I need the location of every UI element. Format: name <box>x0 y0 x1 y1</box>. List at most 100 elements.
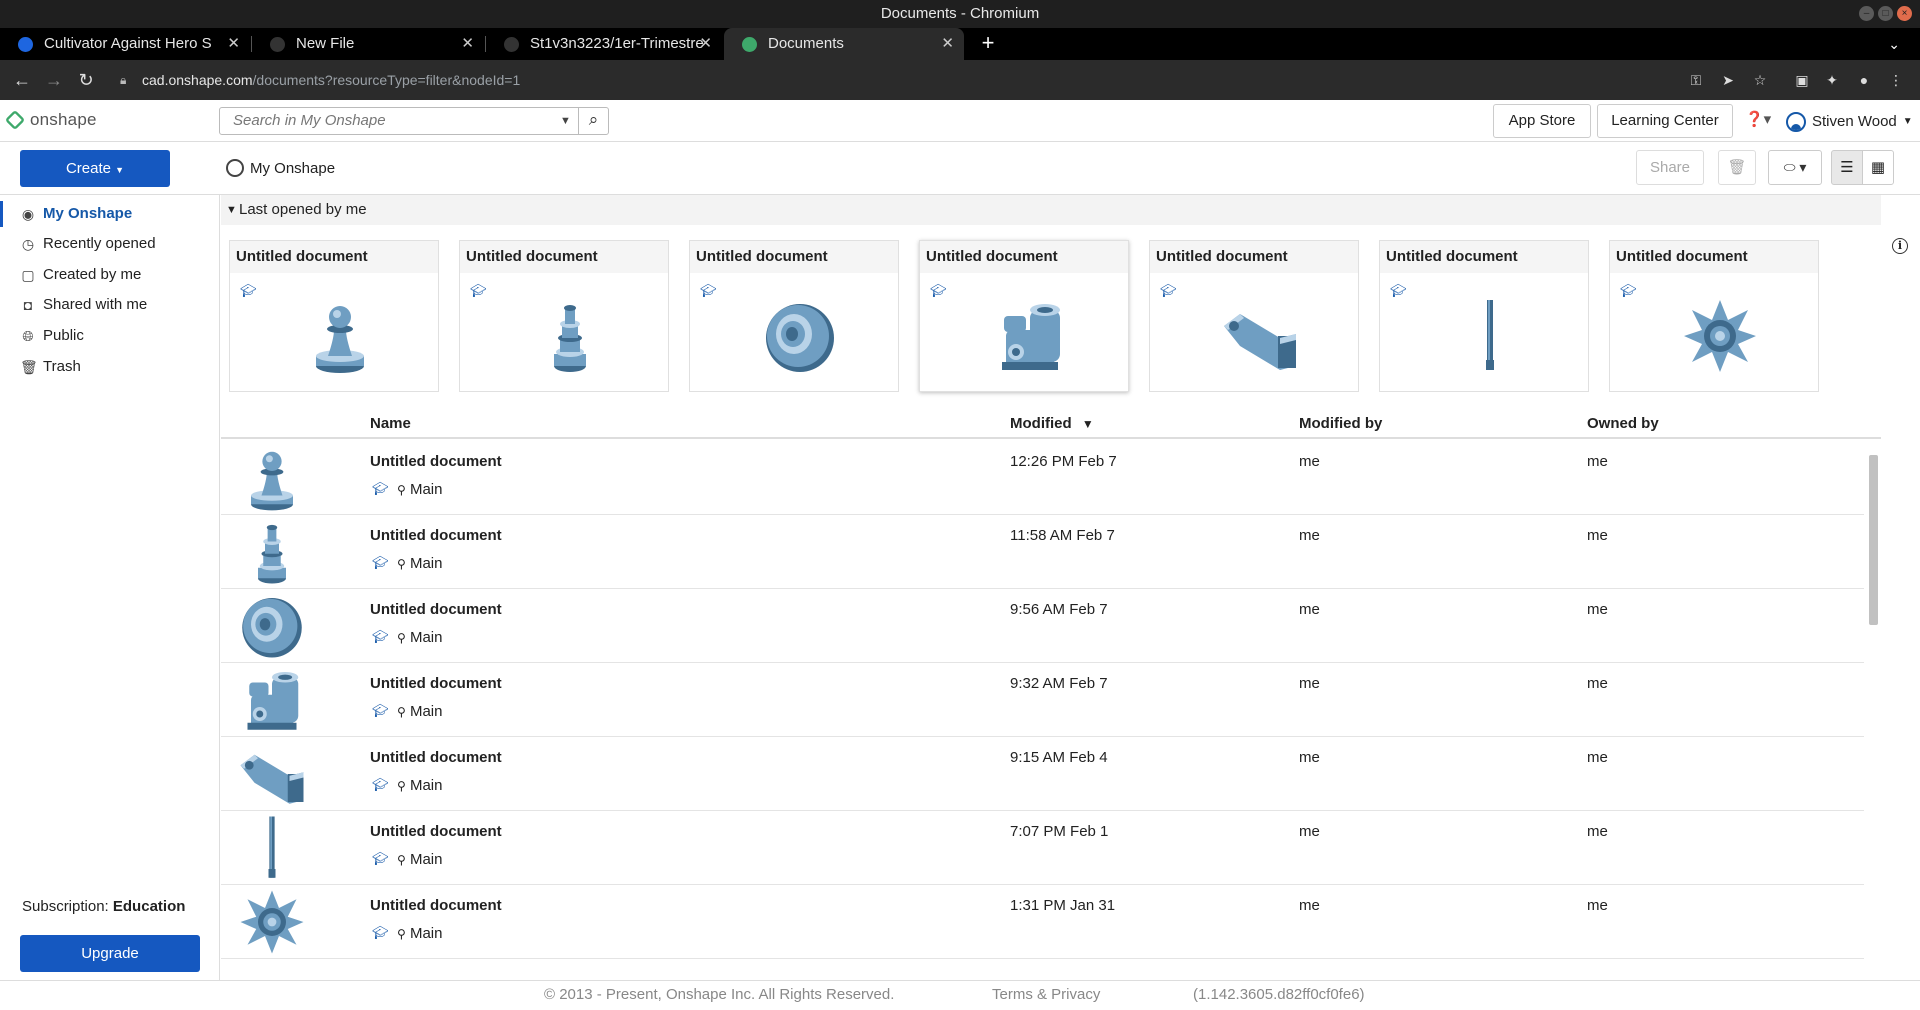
address-bar[interactable]: 🔒︎ cad.onshape.com/documents?resourceTyp… <box>110 64 1750 96</box>
sidebar-item-trash[interactable]: 🗑︎ Trash <box>0 352 220 382</box>
modified-date: 12:26 PM Feb 7 <box>1010 453 1117 470</box>
document-card[interactable]: Untitled document 🎓︎ <box>459 240 669 392</box>
branch-pin-icon: ⚲ <box>397 557 406 571</box>
document-name[interactable]: Untitled document <box>370 823 502 840</box>
grid-view-icon[interactable]: ▦ <box>1862 150 1894 185</box>
site-favicon-icon <box>18 37 33 52</box>
sidebar-item-public[interactable]: 🌐︎ Public <box>0 321 220 351</box>
key-icon[interactable]: ⚿ <box>1686 70 1706 90</box>
tab-close-icon[interactable]: ✕ <box>227 28 240 60</box>
sidebar-item-shared-with-me[interactable]: ◘ Shared with me <box>0 290 220 320</box>
tab-close-icon[interactable]: ✕ <box>699 28 712 60</box>
branch-label: ⚲ Main <box>397 629 442 646</box>
document-card[interactable]: Untitled document 🎓︎ <box>1379 240 1589 392</box>
new-tab-icon[interactable]: + <box>976 28 1000 60</box>
onshape-logo[interactable]: onshape <box>4 109 97 131</box>
chevron-down-icon: ▼ <box>1902 116 1913 127</box>
column-header-label: Modified <box>1010 415 1072 432</box>
search-input[interactable]: Search in My Onshape ▼ ⌕ <box>219 107 609 135</box>
learning-center-button[interactable]: Learning Center <box>1597 104 1733 138</box>
scrollbar-thumb[interactable] <box>1869 455 1878 625</box>
create-button[interactable]: Create ▼ <box>20 150 170 187</box>
info-icon[interactable]: i <box>1892 238 1908 254</box>
forward-arrow-icon[interactable]: → <box>42 68 66 92</box>
document-name[interactable]: Untitled document <box>370 453 502 470</box>
sidebar-item-recently-opened[interactable]: ◷ Recently opened <box>0 229 220 259</box>
app-store-button[interactable]: App Store <box>1493 104 1591 138</box>
search-icon[interactable]: ⌕ <box>578 107 608 135</box>
branch-label: ⚲ Main <box>397 555 442 572</box>
upgrade-button[interactable]: Upgrade <box>20 935 200 972</box>
documents-main: ▼ Last opened by me Untitled document 🎓︎ U… <box>221 195 1881 981</box>
table-row[interactable]: Untitled document 🎓︎ ⚲ Main 1:31 PM Jan 31 m… <box>221 885 1864 959</box>
minimize-icon[interactable]: – <box>1859 6 1874 21</box>
puzzle-icon[interactable]: ✦ <box>1822 70 1842 90</box>
table-row[interactable]: Untitled document 🎓︎ ⚲ Main 7:07 PM Feb 1 me… <box>221 811 1864 885</box>
terms-privacy-link[interactable]: Terms & Privacy <box>992 981 1100 1009</box>
modified-date: 9:32 AM Feb 7 <box>1010 675 1108 692</box>
sidebar-item-created-by-me[interactable]: ▢ Created by me <box>0 260 220 290</box>
owned-by: me <box>1587 675 1608 692</box>
send-icon[interactable]: ➤ <box>1718 70 1738 90</box>
list-view-icon[interactable]: ☰ <box>1831 150 1863 185</box>
document-name[interactable]: Untitled document <box>370 749 502 766</box>
search-filter-caret-icon[interactable]: ▼ <box>560 108 571 134</box>
branch-name: Main <box>409 703 443 720</box>
browser-tab-cultivator[interactable]: Cultivator Against Hero S ✕ <box>0 28 250 60</box>
profile-icon[interactable]: ● <box>1854 70 1874 90</box>
back-arrow-icon[interactable]: ← <box>10 68 34 92</box>
tab-close-icon[interactable]: ✕ <box>941 28 954 60</box>
table-row[interactable]: Untitled document 🎓︎ ⚲ Main 9:15 AM Feb 4 me… <box>221 737 1864 811</box>
column-header-modified-by[interactable]: Modified by <box>1299 409 1382 439</box>
document-name[interactable]: Untitled document <box>370 897 502 914</box>
recent-section-header[interactable]: ▼ Last opened by me <box>221 195 1881 225</box>
label-tag-icon[interactable]: ⬭ ▾ <box>1768 150 1822 185</box>
close-window-icon[interactable]: × <box>1897 6 1912 21</box>
document-card[interactable]: Untitled document 🎓︎ <box>1149 240 1359 392</box>
github-favicon-icon <box>504 37 519 52</box>
column-header-name[interactable]: Name <box>370 409 411 439</box>
document-name[interactable]: Untitled document <box>370 675 502 692</box>
extension-camera-icon[interactable]: ▣ <box>1792 70 1812 90</box>
table-row[interactable]: Untitled document 🎓︎ ⚲ Main 12:26 PM Feb 7 m… <box>221 441 1864 515</box>
modified-by: me <box>1299 527 1320 544</box>
document-thumbnail <box>237 591 307 661</box>
branch-name: Main <box>409 555 443 572</box>
column-header-owned-by[interactable]: Owned by <box>1587 409 1659 439</box>
browser-tab-new-file[interactable]: New File ✕ <box>252 28 484 60</box>
modified-date: 1:31 PM Jan 31 <box>1010 897 1116 914</box>
maximize-icon[interactable]: □ <box>1878 6 1893 21</box>
branch-pin-icon: ⚲ <box>397 705 406 719</box>
document-card[interactable]: Untitled document 🎓︎ <box>1609 240 1819 392</box>
more-menu-icon[interactable]: ⋮ <box>1886 70 1906 90</box>
education-cap-icon: 🎓︎ <box>240 283 257 298</box>
lock-icon[interactable]: 🔒︎ <box>120 64 126 96</box>
branch-pin-icon: ⚲ <box>397 927 406 941</box>
user-menu[interactable]: Stiven Wood ▼ <box>1786 112 1913 132</box>
modified-by: me <box>1299 749 1320 766</box>
reload-icon[interactable]: ↻ <box>74 68 98 92</box>
table-row[interactable]: Untitled document 🎓︎ ⚲ Main 9:32 AM Feb 7 me… <box>221 663 1864 737</box>
document-name[interactable]: Untitled document <box>370 601 502 618</box>
scrollbar[interactable] <box>1866 441 1880 981</box>
help-icon[interactable]: ❓▾ <box>1745 110 1771 128</box>
window-title: Documents - Chromium <box>880 5 1040 22</box>
bookmark-star-icon[interactable]: ☆ <box>1750 70 1770 90</box>
browser-tab-github-repo[interactable]: St1v3n3223/1er-Trimestre ✕ <box>486 28 722 60</box>
card-title: Untitled document <box>460 241 668 273</box>
document-name[interactable]: Untitled document <box>370 527 502 544</box>
tab-search-chevron-icon[interactable]: ⌄ <box>1888 28 1900 60</box>
document-card[interactable]: Untitled document 🎓︎ <box>919 240 1129 392</box>
sidebar-item-my-onshape[interactable]: ◉ My Onshape <box>0 199 220 229</box>
share-button[interactable]: Share <box>1636 150 1704 185</box>
table-row[interactable]: Untitled document 🎓︎ ⚲ Main 11:58 AM Feb 7 m… <box>221 515 1864 589</box>
document-thumbnail <box>237 665 307 735</box>
document-card[interactable]: Untitled document 🎓︎ <box>229 240 439 392</box>
document-thumbnail <box>1450 296 1530 376</box>
document-card[interactable]: Untitled document 🎓︎ <box>689 240 899 392</box>
tab-close-icon[interactable]: ✕ <box>461 28 474 60</box>
browser-tab-documents[interactable]: Documents ✕ <box>724 28 964 60</box>
table-row[interactable]: Untitled document 🎓︎ ⚲ Main 9:56 AM Feb 7 me… <box>221 589 1864 663</box>
column-header-modified[interactable]: Modified ▼ <box>1010 409 1094 439</box>
delete-trash-icon[interactable]: 🗑︎ <box>1718 150 1756 185</box>
